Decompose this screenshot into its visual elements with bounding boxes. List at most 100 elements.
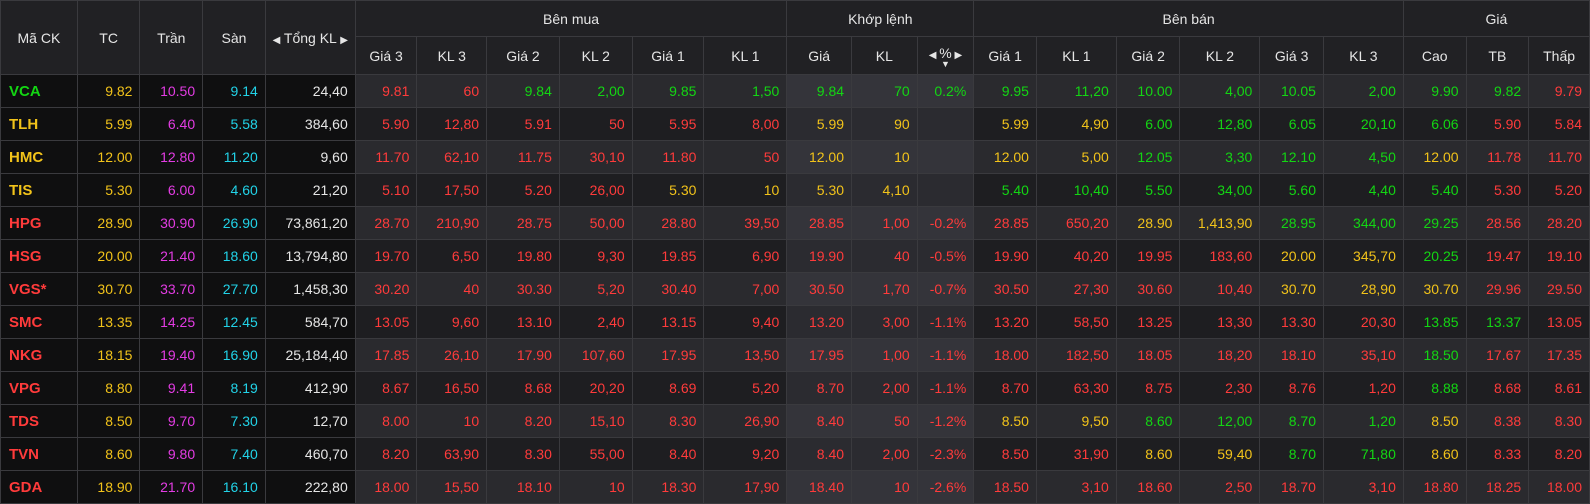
match-cell: 18.40 <box>786 470 853 504</box>
sell-col-header-3[interactable]: KL 2 <box>1179 36 1261 75</box>
buy-cell: 10 <box>558 470 633 504</box>
col-symbol-header[interactable]: Mã CK <box>0 0 78 75</box>
buy-cell: 39,50 <box>703 206 788 240</box>
total-vol-cell: 24,40 <box>264 74 356 108</box>
col-floor-header[interactable]: Sàn <box>202 0 266 75</box>
price-col-header-1[interactable]: TB <box>1465 36 1530 75</box>
sell-cell: 59,40 <box>1179 437 1261 471</box>
col-ceil-header[interactable]: Trần <box>139 0 204 75</box>
match-col-header-0[interactable]: Giá <box>786 36 853 75</box>
buy-col-header-1[interactable]: KL 3 <box>416 36 488 75</box>
price-col-header-0[interactable]: Cao <box>1402 36 1467 75</box>
sell-col-header-5[interactable]: KL 3 <box>1322 36 1404 75</box>
symbol-cell[interactable]: TLH <box>0 107 78 141</box>
ceil-price-cell: 6.40 <box>139 107 204 141</box>
symbol-cell[interactable]: TIS <box>0 173 78 207</box>
price-col-header-2[interactable]: Thấp <box>1528 36 1590 75</box>
buy-cell: 9,40 <box>703 305 788 339</box>
symbol-cell[interactable]: HPG <box>0 206 78 240</box>
symbol-cell[interactable]: HSG <box>0 239 78 273</box>
caret-left-icon[interactable]: ◀ <box>273 35 281 46</box>
buy-group-header: Bên mua <box>354 0 788 37</box>
sell-col-header-2[interactable]: Giá 2 <box>1115 36 1181 75</box>
table-row[interactable]: VCA 9.82 10.50 9.14 24,40 9.81 60 9.84 2,00 9.85 1… <box>0 74 1590 108</box>
match-cell: -0.2% <box>916 206 975 240</box>
total-vol-cell: 21,20 <box>264 173 356 207</box>
table-row[interactable]: TIS 5.30 6.00 4.60 21,20 5.10 17,50 5.20 26,00 5.… <box>0 173 1590 207</box>
price-stat-cell: 12.00 <box>1402 140 1467 174</box>
sell-cell: 5.40 <box>973 173 1037 207</box>
sell-cell: 19.90 <box>973 239 1037 273</box>
buy-cell: 26,00 <box>558 173 633 207</box>
caret-right-icon[interactable]: ▶ <box>340 35 348 46</box>
match-cell: -0.7% <box>916 272 975 306</box>
buy-col-header-3[interactable]: KL 2 <box>558 36 633 75</box>
symbol-cell[interactable]: GDA <box>0 470 78 504</box>
buy-col-header-4[interactable]: Giá 1 <box>631 36 705 75</box>
ref-price-cell: 8.80 <box>76 371 141 405</box>
floor-price-cell: 12.45 <box>202 305 266 339</box>
buy-col-header-0[interactable]: Giá 3 <box>354 36 418 75</box>
sell-cell: 9,50 <box>1035 404 1117 438</box>
table-row[interactable]: TLH 5.99 6.40 5.58 384,60 5.90 12,80 5.91 50 5.95… <box>0 107 1590 141</box>
buy-cell: 20,20 <box>558 371 633 405</box>
match-col-header-1[interactable]: KL <box>851 36 918 75</box>
ref-price-cell: 20.00 <box>76 239 141 273</box>
buy-cell: 9.85 <box>631 74 705 108</box>
sell-cell: 4,00 <box>1179 74 1261 108</box>
match-cell: 8.40 <box>786 404 853 438</box>
buy-cell: 11.80 <box>631 140 705 174</box>
buy-cell: 13.10 <box>486 305 560 339</box>
symbol-cell[interactable]: TDS <box>0 404 78 438</box>
table-row[interactable]: HPG 28.90 30.90 26.90 73,861,20 28.70 210,90 28… <box>0 206 1590 240</box>
caret-right-icon[interactable]: ▶ <box>952 50 962 61</box>
symbol-cell[interactable]: NKG <box>0 338 78 372</box>
sort-desc-icon[interactable]: ▼ <box>919 59 973 68</box>
sell-col-header-4[interactable]: Giá 3 <box>1259 36 1324 75</box>
table-row[interactable]: VGS* 30.70 33.70 27.70 1,458,30 30.20 40 30.30 5… <box>0 272 1590 306</box>
col-ref-header[interactable]: TC <box>76 0 141 75</box>
buy-cell: 15,10 <box>558 404 633 438</box>
floor-price-cell: 27.70 <box>202 272 266 306</box>
sell-col-header-1[interactable]: KL 1 <box>1035 36 1117 75</box>
sell-cell: 8.70 <box>973 371 1037 405</box>
table-row[interactable]: HSG 20.00 21.40 18.60 13,794,80 19.70 6,50 19.8… <box>0 239 1590 273</box>
table-row[interactable]: GDA 18.90 21.70 16.10 222,80 18.00 15,50 18.10 1… <box>0 470 1590 504</box>
table-row[interactable]: TVN 8.60 9.80 7.40 460,70 8.20 63,90 8.30 55,00 8… <box>0 437 1590 471</box>
match-col-header-2[interactable]: ◀ % ▶ ▼ <box>916 36 975 75</box>
sell-cell: 5.60 <box>1259 173 1324 207</box>
sell-cell: 9.95 <box>973 74 1037 108</box>
col-total-vol-header[interactable]: ◀ Tổng KL ▶ <box>264 0 356 75</box>
buy-cell: 9.81 <box>354 74 418 108</box>
price-stat-cell: 8.60 <box>1402 437 1467 471</box>
buy-cell: 15,50 <box>416 470 488 504</box>
sell-cell: 6.05 <box>1259 107 1324 141</box>
symbol-cell[interactable]: TVN <box>0 437 78 471</box>
symbol-cell[interactable]: VCA <box>0 74 78 108</box>
buy-col-header-2[interactable]: Giá 2 <box>486 36 560 75</box>
price-stat-cell: 17.35 <box>1528 338 1590 372</box>
buy-col-header-5[interactable]: KL 1 <box>703 36 788 75</box>
table-row[interactable]: SMC 13.35 14.25 12.45 584,70 13.05 9,60 13.10 2,… <box>0 305 1590 339</box>
ceil-price-cell: 10.50 <box>139 74 204 108</box>
sell-col-header-0[interactable]: Giá 1 <box>973 36 1037 75</box>
symbol-cell[interactable]: VGS* <box>0 272 78 306</box>
symbol-cell[interactable]: HMC <box>0 140 78 174</box>
match-cell: 0.2% <box>916 74 975 108</box>
price-stat-cell: 8.68 <box>1465 371 1530 405</box>
buy-cell: 18.10 <box>486 470 560 504</box>
sell-cell: 18.60 <box>1115 470 1181 504</box>
sell-cell: 18.10 <box>1259 338 1324 372</box>
table-row[interactable]: VPG 8.80 9.41 8.19 412,90 8.67 16,50 8.68 20,20 8… <box>0 371 1590 405</box>
caret-left-icon[interactable]: ◀ <box>929 50 939 61</box>
table-row[interactable]: NKG 18.15 19.40 16.90 25,184,40 17.85 26,10 17.… <box>0 338 1590 372</box>
symbol-cell[interactable]: VPG <box>0 371 78 405</box>
table-row[interactable]: HMC 12.00 12.80 11.20 9,60 11.70 62,10 11.75 30,… <box>0 140 1590 174</box>
symbol-cell[interactable]: SMC <box>0 305 78 339</box>
buy-cell: 17.90 <box>486 338 560 372</box>
match-cell: 1,70 <box>851 272 918 306</box>
floor-price-cell: 7.30 <box>202 404 266 438</box>
sell-cell: 30.70 <box>1259 272 1324 306</box>
table-row[interactable]: TDS 8.50 9.70 7.30 12,70 8.00 10 8.20 15,10 8.30 2… <box>0 404 1590 438</box>
sell-cell: 58,50 <box>1035 305 1117 339</box>
